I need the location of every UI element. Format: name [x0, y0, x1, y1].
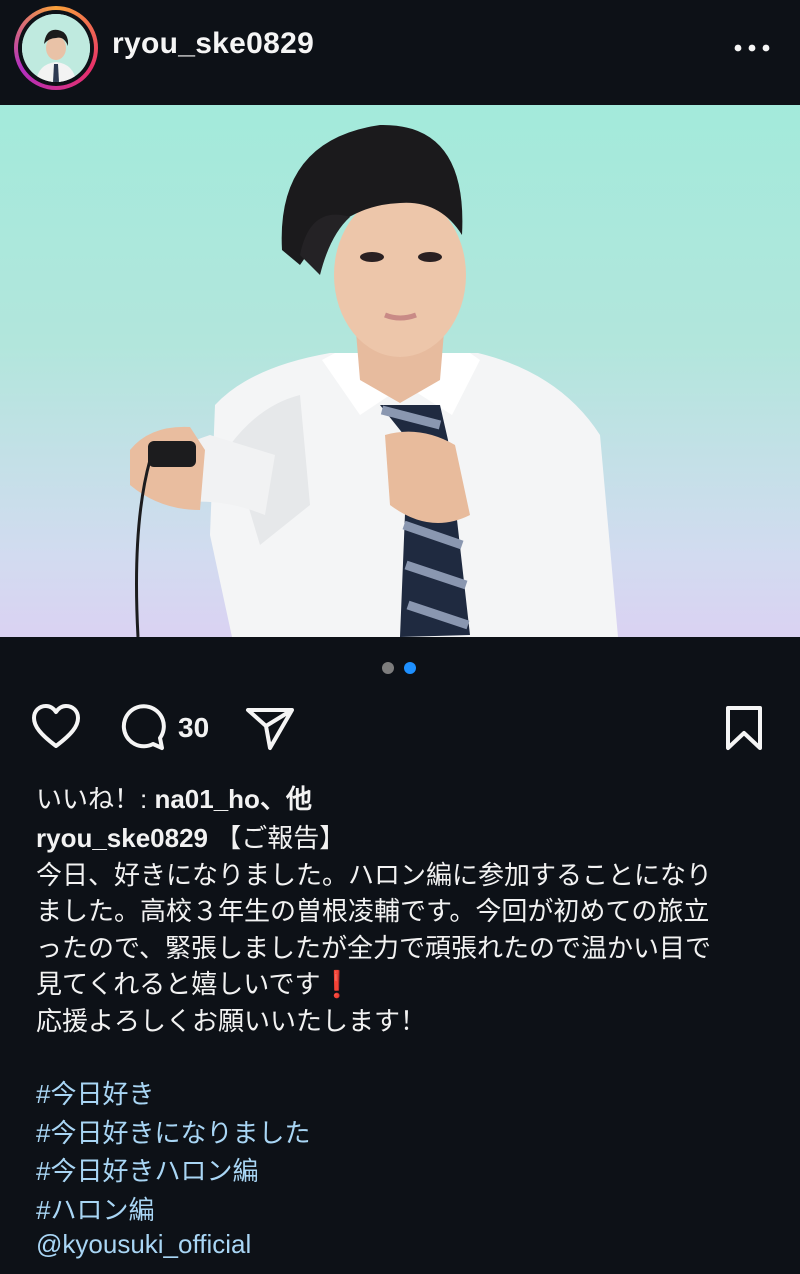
bookmark-icon[interactable] [722, 704, 766, 757]
caption-line: 今日、好きになりました。ハロン編に参加することになり [36, 859, 713, 890]
post-header: ryou_ske0829 [0, 0, 800, 100]
hashtag-link[interactable]: #ハロン編 [36, 1191, 310, 1230]
portrait-illustration [130, 124, 618, 637]
hashtag-list: #今日好き #今日好きになりました #今日好きハロン編 #ハロン編 [36, 1075, 310, 1229]
hashtag-link[interactable]: #今日好きハロン編 [36, 1152, 310, 1191]
heart-icon[interactable] [30, 702, 82, 757]
caption-line: ました。高校３年生の曽根凌輔です。今回が初めての旅立 [36, 896, 710, 926]
likes-summary: いいね！: na01_ho、他 [36, 779, 312, 816]
paper-plane-icon[interactable] [244, 704, 296, 757]
comment-count: 30 [178, 712, 210, 743]
hashtag-link[interactable]: #今日好きになりました [36, 1114, 310, 1153]
story-ring[interactable] [14, 6, 98, 90]
likes-suffix[interactable]: 、他 [260, 784, 312, 814]
mention-link[interactable]: @kyousuki_official [36, 1229, 251, 1260]
caption: ryou_ske0829 【ご報告】 今日、好きになりました。ハロン編に参加する… [36, 820, 776, 1039]
caption-line: ったので、緊張しましたが全力で頑張れたので温かい目で [36, 932, 711, 963]
more-horizontal-icon[interactable] [732, 36, 772, 60]
caption-username[interactable]: ryou_ske0829 [36, 823, 208, 853]
avatar[interactable] [22, 14, 90, 82]
carousel-indicator [382, 662, 422, 676]
caption-line: 応援よろしくお願いいたします！ [36, 1005, 427, 1036]
comment-bubble-icon[interactable] [116, 702, 168, 757]
header-username[interactable]: ryou_ske0829 [112, 27, 314, 61]
hashtag-link[interactable]: #今日好き [36, 1075, 310, 1114]
caption-heading: ryou_ske0829 【ご報告】 [36, 820, 776, 857]
action-bar: 30 [0, 700, 800, 756]
liked-by-user[interactable]: na01_ho [154, 784, 260, 814]
likes-prefix: いいね！: [36, 784, 155, 814]
carousel-dot-1 [382, 662, 394, 674]
caption-title: 【ご報告】 [215, 823, 346, 853]
carousel-dot-2 [404, 662, 416, 674]
caption-line: 見てくれると嬉しいです❗️ [36, 969, 353, 999]
post-photo[interactable] [0, 105, 800, 637]
